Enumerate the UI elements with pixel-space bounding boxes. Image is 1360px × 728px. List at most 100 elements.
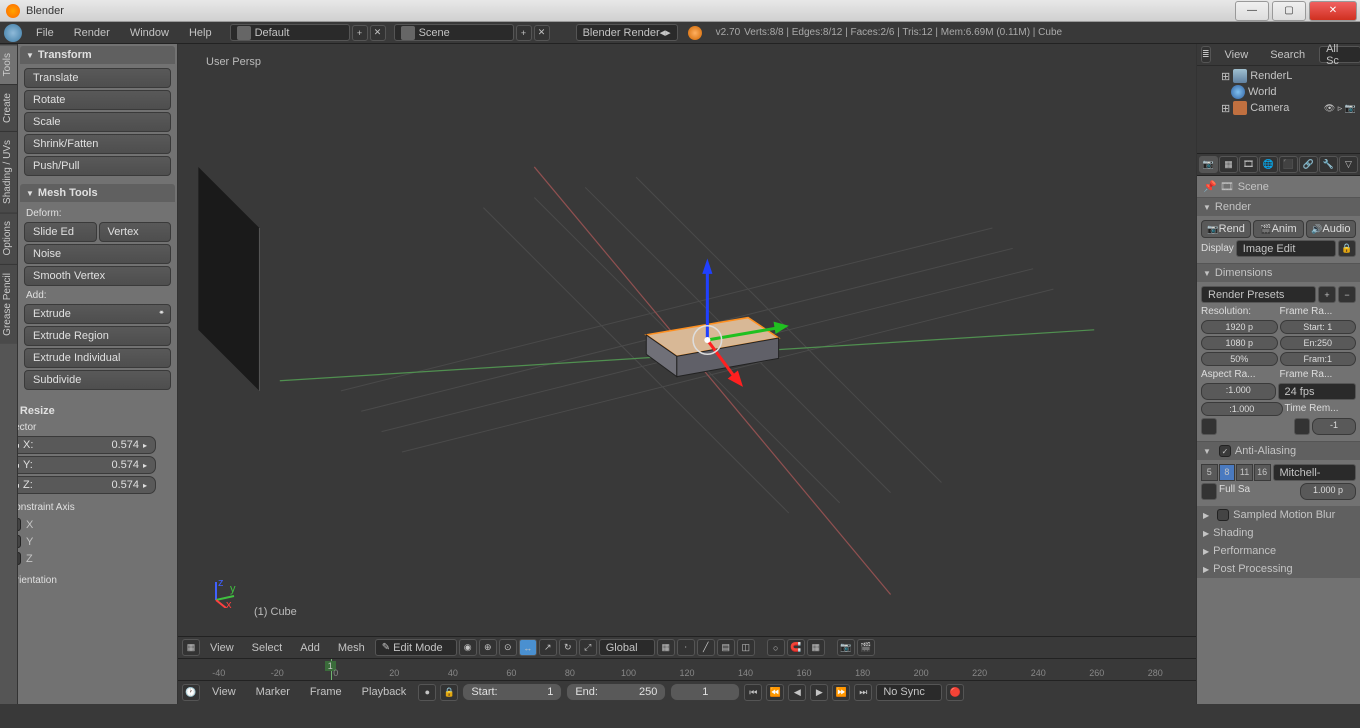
layers-button[interactable]: ▦ <box>657 639 675 656</box>
extrude-region-button[interactable]: Extrude Region <box>24 326 171 346</box>
frame-current-field[interactable]: 1 <box>670 683 740 701</box>
menu-help[interactable]: Help <box>179 24 222 42</box>
tl-frame[interactable]: Frame <box>302 683 350 701</box>
vh-add[interactable]: Add <box>292 639 328 657</box>
res-y[interactable]: 1080 p <box>1201 336 1278 350</box>
vtab-create[interactable]: Create <box>0 84 17 131</box>
operator-panel-header[interactable]: ▼Resize <box>18 402 156 420</box>
modifiers-tab-icon[interactable]: 🔧 <box>1319 156 1338 173</box>
manip-rotate[interactable]: ↻ <box>559 639 577 656</box>
aa-5[interactable]: 5 <box>1201 464 1218 481</box>
mesh-tools-panel-header[interactable]: ▼Mesh Tools <box>20 184 175 202</box>
sync-dropdown[interactable]: No Sync <box>876 684 942 701</box>
mode-dropdown[interactable]: ✎ Edit Mode <box>375 639 457 656</box>
close-button[interactable]: ✕ <box>1309 1 1357 21</box>
maximize-button[interactable]: ▢ <box>1272 1 1306 21</box>
slide-vertex-button[interactable]: Vertex <box>99 222 172 242</box>
tl-editor-type[interactable]: 🕐 <box>182 684 200 701</box>
add-layout-button[interactable]: + <box>352 25 368 41</box>
keyframe-next[interactable]: ⏩ <box>832 684 850 701</box>
tl-record[interactable]: ● <box>418 684 436 701</box>
frame-step[interactable]: Fram:1 <box>1280 352 1357 366</box>
frame-start-field[interactable]: Start:1 <box>462 683 562 701</box>
remove-layout-button[interactable]: ✕ <box>370 25 386 41</box>
resize-x-field[interactable]: X:0.574 <box>18 436 156 454</box>
aspect-x[interactable]: :1.000 <box>1201 383 1276 400</box>
push-pull-button[interactable]: Push/Pull <box>24 156 171 176</box>
render-anim-btn[interactable]: 🎬 <box>857 639 875 656</box>
menu-window[interactable]: Window <box>120 24 179 42</box>
outliner-camera[interactable]: ⊞Camera👁 ▹ 📷 <box>1199 100 1358 116</box>
border-chk[interactable] <box>1201 418 1217 435</box>
menu-render[interactable]: Render <box>64 24 120 42</box>
menu-file[interactable]: File <box>26 24 64 42</box>
render-tab-icon[interactable]: 📷 <box>1199 156 1218 173</box>
tr-chk[interactable] <box>1294 418 1310 435</box>
pivot2-button[interactable]: ⊙ <box>499 639 517 656</box>
render-panel-header[interactable]: ▼Render <box>1197 198 1360 216</box>
lock-interface[interactable]: 🔒 <box>1338 240 1356 257</box>
aspect-y[interactable]: :1.000 <box>1201 402 1283 416</box>
tl-view[interactable]: View <box>204 683 244 701</box>
vh-view[interactable]: View <box>202 639 242 657</box>
vh-select[interactable]: Select <box>244 639 291 657</box>
vtab-shading[interactable]: Shading / UVs <box>0 131 17 212</box>
vert-select[interactable]: ⋅ <box>677 639 695 656</box>
layers-tab-icon[interactable]: ▦ <box>1219 156 1238 173</box>
limit-select[interactable]: ◫ <box>737 639 755 656</box>
aa-px[interactable]: 1.000 p <box>1300 483 1356 500</box>
smooth-vertex-button[interactable]: Smooth Vertex <box>24 266 171 286</box>
snap-type[interactable]: ▦ <box>807 639 825 656</box>
shading-button[interactable]: ◉ <box>459 639 477 656</box>
res-pct[interactable]: 50% <box>1201 352 1278 366</box>
slide-edge-button[interactable]: Slide Ed <box>24 222 97 242</box>
constraint-y-checkbox[interactable]: Y <box>18 533 156 550</box>
edge-select[interactable]: ╱ <box>697 639 715 656</box>
shrink-fatten-button[interactable]: Shrink/Fatten <box>24 134 171 154</box>
render-presets-dropdown[interactable]: Render Presets <box>1201 286 1316 303</box>
out-filter[interactable]: All Sc <box>1319 46 1360 63</box>
timeline-ruler[interactable]: 1 -40-2002040608010012014016018020022024… <box>178 659 1196 681</box>
data-tab-icon[interactable]: ▽ <box>1339 156 1358 173</box>
outliner-type-icon[interactable]: ≣ <box>1201 46 1211 63</box>
shading-header[interactable]: ▶Shading <box>1197 524 1360 542</box>
vtab-options[interactable]: Options <box>0 212 17 263</box>
fps-dropdown[interactable]: 24 fps <box>1278 383 1357 400</box>
pivot-button[interactable]: ⊕ <box>479 639 497 656</box>
remove-preset[interactable]: − <box>1338 286 1356 303</box>
screen-layout-dropdown[interactable]: Default <box>230 24 350 41</box>
constraints-tab-icon[interactable]: 🔗 <box>1299 156 1318 173</box>
jump-start[interactable]: ⏮ <box>744 684 762 701</box>
frame-start[interactable]: Start: 1 <box>1280 320 1357 334</box>
vtab-tools[interactable]: Tools <box>0 44 17 84</box>
play-fwd[interactable]: ▶ <box>810 684 828 701</box>
time-remap[interactable]: -1 <box>1312 418 1356 435</box>
tl-lock[interactable]: 🔒 <box>440 684 458 701</box>
autokey[interactable]: 🔴 <box>946 684 964 701</box>
add-scene-button[interactable]: + <box>516 25 532 41</box>
display-dropdown[interactable]: Image Edit <box>1236 240 1336 257</box>
aa-filter-dropdown[interactable]: Mitchell- <box>1273 464 1357 481</box>
dimensions-panel-header[interactable]: ▼Dimensions <box>1197 264 1360 282</box>
render-border[interactable]: 📷 <box>837 639 855 656</box>
manip-translate[interactable]: ↗ <box>539 639 557 656</box>
scale-button[interactable]: Scale <box>24 112 171 132</box>
postprocessing-header[interactable]: ▶Post Processing <box>1197 560 1360 578</box>
out-view[interactable]: View <box>1217 46 1257 64</box>
play-rev[interactable]: ◀ <box>788 684 806 701</box>
tl-marker[interactable]: Marker <box>248 683 298 701</box>
timeline-cursor[interactable]: 1 <box>331 659 332 680</box>
manip-scale[interactable]: ⤢ <box>579 639 597 656</box>
constraint-z-checkbox[interactable]: ✓Z <box>18 550 156 567</box>
remove-scene-button[interactable]: ✕ <box>534 25 550 41</box>
vh-mesh[interactable]: Mesh <box>330 639 373 657</box>
aa-panel-header[interactable]: ▼✓Anti-Aliasing <box>1197 442 1360 460</box>
res-x[interactable]: 1920 p <box>1201 320 1278 334</box>
minimize-button[interactable]: — <box>1235 1 1269 21</box>
editor-type-button[interactable]: ▦ <box>182 639 200 656</box>
out-search[interactable]: Search <box>1262 46 1313 64</box>
3d-viewport[interactable]: User Persp <box>178 44 1196 636</box>
aa-16[interactable]: 16 <box>1254 464 1271 481</box>
resize-z-field[interactable]: Z:0.574 <box>18 476 156 494</box>
fullsample-chk[interactable] <box>1201 483 1217 500</box>
